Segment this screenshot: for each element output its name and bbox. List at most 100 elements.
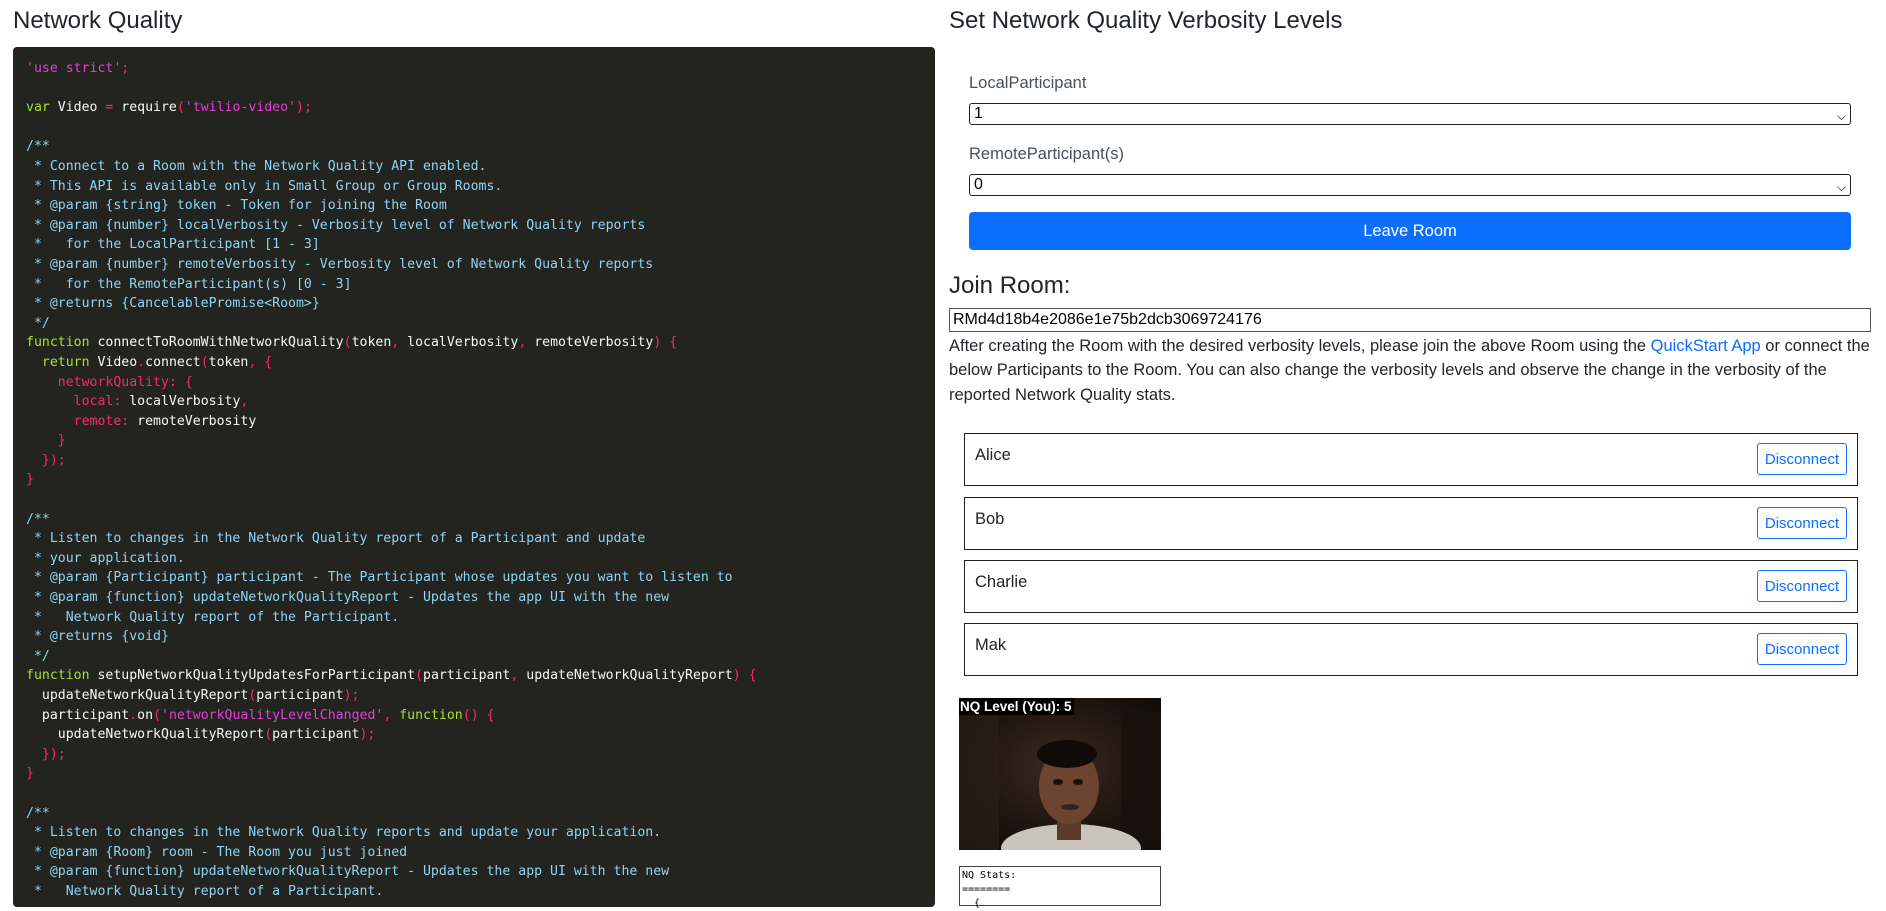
code-token: networkQuality — [57, 374, 169, 390]
code-line: * @param {function} updateNetworkQuality… — [26, 862, 922, 882]
quickstart-app-link[interactable]: QuickStart App — [1651, 337, 1761, 355]
code-token: * @param {function} updateNetworkQuality… — [26, 864, 670, 880]
code-token: ( — [153, 707, 162, 723]
code-token: /** — [26, 139, 50, 155]
local-video-tile: NQ Level (You): 5 — [959, 698, 1161, 850]
code-token: * for the RemoteParticipant(s) [0 - 3] — [26, 276, 352, 292]
code-line: * @param {number} localVerbosity - Verbo… — [26, 216, 922, 236]
local-verbosity-select[interactable]: 1 ⌵ — [969, 103, 1851, 125]
code-token: 'networkQualityLevelChanged' — [161, 707, 384, 723]
code-token: updateNetworkQualityReport — [26, 727, 265, 743]
remote-verbosity-select[interactable]: 0 ⌵ — [969, 174, 1851, 196]
code-token: * @param {Room} room - The Room you just… — [26, 844, 408, 860]
code-token: { — [669, 335, 678, 351]
code-line: * @param {Room} room - The Room you just… — [26, 843, 922, 863]
code-token: connect — [145, 354, 201, 370]
code-token: * for the LocalParticipant [1 - 3] — [26, 237, 320, 253]
code-line: * @returns {CancelablePromise<Room>} — [26, 294, 922, 314]
remote-participant-label: RemoteParticipant(s) — [969, 145, 1124, 163]
code-line: updateNetworkQualityReport(participant); — [26, 725, 922, 745]
code-token: * @param {number} localVerbosity - Verbo… — [26, 217, 646, 233]
code-token: }); — [41, 452, 66, 468]
disconnect-button[interactable]: Disconnect — [1757, 570, 1847, 602]
code-token: * Listen to changes in the Network Quali… — [26, 825, 662, 841]
code-line: } — [26, 470, 922, 490]
code-token: require — [113, 100, 177, 116]
code-line: updateNetworkQualityReport(participant); — [26, 686, 922, 706]
code-line: local: localVerbosity, — [26, 392, 922, 412]
code-line: * for the LocalParticipant [1 - 3] — [26, 235, 922, 255]
code-line: * @param {Participant} participant - The… — [26, 568, 922, 588]
code-line: * Listen to changes in the Network Quali… — [26, 823, 922, 843]
code-token: . — [129, 707, 138, 723]
code-line: participant.on('networkQualityLevelChang… — [26, 706, 922, 726]
code-line: networkQuality: { — [26, 373, 922, 393]
code-token: { — [748, 668, 757, 684]
code-token: /** — [26, 805, 50, 821]
code-token: updateNetworkQualityReport — [26, 688, 249, 703]
code-line: * Network Quality report of a Participan… — [26, 882, 922, 902]
code-line: * @param {number} remoteVerbosity - Verb… — [26, 255, 922, 275]
code-line: function setupNetworkQualityUpdatesForPa… — [26, 666, 922, 686]
code-text: 'use strict'; var Video = require('twili… — [13, 47, 935, 907]
code-token: var — [26, 100, 50, 116]
code-token: local — [73, 394, 114, 410]
chevron-down-icon: ⌵ — [1836, 109, 1846, 123]
code-token: token — [351, 335, 392, 351]
participant-name: Mak — [975, 636, 1007, 654]
local-verbosity-value: 1 — [974, 105, 983, 122]
code-line: function connectToRoomWithNetworkQuality… — [26, 333, 922, 353]
code-line: */ — [26, 647, 922, 667]
code-line: }); — [26, 451, 922, 471]
code-token: } — [57, 433, 66, 449]
code-token: token — [208, 354, 249, 370]
code-line: remote: remoteVerbosity — [26, 412, 922, 432]
code-token: 'twilio-video' — [184, 100, 296, 116]
code-token: { — [486, 707, 495, 723]
code-line: /** — [26, 510, 922, 530]
code-token: return — [41, 354, 90, 370]
participant-name: Bob — [975, 510, 1005, 528]
remote-verbosity-value: 0 — [974, 176, 983, 193]
room-sid-input[interactable]: RMd4d18b4e2086e1e75b2dcb3069724176 — [949, 308, 1871, 332]
code-token: participant — [256, 688, 344, 703]
code-line: * your application. — [26, 549, 922, 569]
code-line: * Listen to changes in the Network Quali… — [26, 529, 922, 549]
code-token: 'use strict' — [26, 61, 122, 76]
code-token: participant — [423, 668, 511, 684]
disconnect-button[interactable]: Disconnect — [1757, 507, 1847, 539]
leave-room-button[interactable]: Leave Room — [969, 212, 1851, 250]
code-token: */ — [26, 315, 50, 331]
code-token: { — [184, 374, 193, 390]
code-token: * @param {number} remoteVerbosity - Verb… — [26, 256, 654, 272]
code-token: participant — [272, 727, 360, 743]
code-token: * Network Quality report of the Particip… — [26, 609, 400, 625]
code-token: { — [264, 354, 273, 370]
nq-level-label: NQ Level (You): 5 — [959, 698, 1074, 715]
participant-row: Charlie Disconnect — [964, 560, 1858, 613]
code-token: () — [462, 707, 479, 723]
code-token: * @param {Participant} participant - The… — [26, 570, 733, 586]
disconnect-button[interactable]: Disconnect — [1757, 443, 1847, 475]
code-token: connectToRoomWithNetworkQuality — [89, 335, 344, 351]
code-line: /** — [26, 137, 922, 157]
code-token: * Connect to a Room with the Network Qua… — [26, 158, 487, 174]
code-token: * Network Quality report of a Participan… — [26, 883, 384, 899]
code-token: } — [26, 766, 34, 782]
code-token: ); — [296, 100, 312, 116]
code-line: */ — [26, 314, 922, 334]
verbosity-title: Set Network Quality Verbosity Levels — [949, 7, 1343, 34]
disconnect-button[interactable]: Disconnect — [1757, 633, 1847, 665]
join-description-text: After creating the Room with the desired… — [949, 337, 1651, 355]
